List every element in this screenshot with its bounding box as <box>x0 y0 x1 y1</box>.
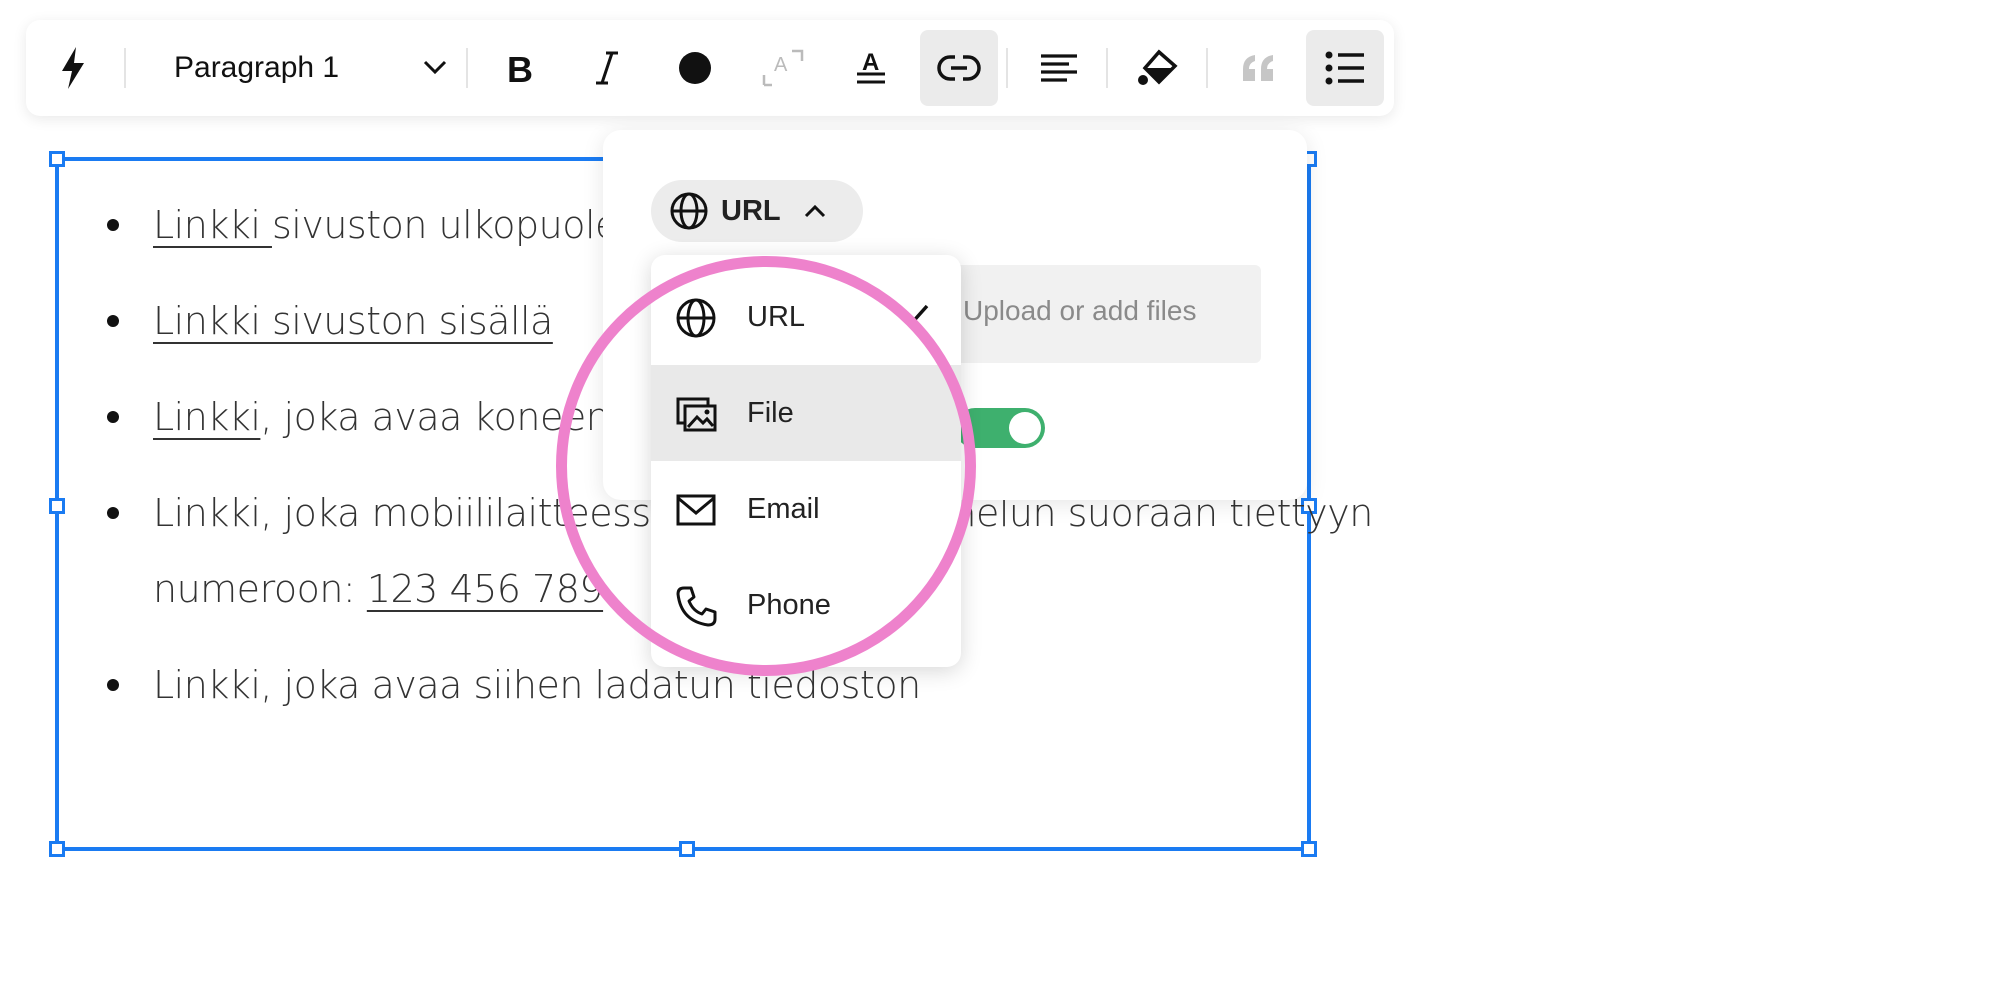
toolbar-divider <box>1206 48 1208 88</box>
menu-item-label: URL <box>747 301 806 333</box>
list-item: Linkki sivuston ulkopuolelle <box>107 203 661 247</box>
text-color-button[interactable] <box>656 30 734 106</box>
open-in-new-tab-toggle[interactable] <box>955 408 1045 448</box>
image-file-icon <box>676 397 717 432</box>
list-item: Linkki, joka avaa siihen ladatun tiedost… <box>107 663 921 707</box>
resize-handle-bottom-left[interactable] <box>49 841 65 857</box>
menu-item-label: Email <box>747 493 820 525</box>
fill-bucket-icon[interactable] <box>1120 30 1198 106</box>
globe-icon <box>676 298 716 338</box>
bulleted-list-button[interactable] <box>1306 30 1384 106</box>
quote-icon[interactable] <box>1220 30 1298 106</box>
paragraph-style-select[interactable]: Paragraph 1 <box>146 34 466 102</box>
link-type-button[interactable]: URL <box>651 180 863 242</box>
internal-link[interactable]: Linkki sivuston sisällä <box>153 299 553 343</box>
toolbar-divider <box>1106 48 1108 88</box>
menu-item-url[interactable]: URL <box>651 269 961 365</box>
file-upload-placeholder: Upload or add files <box>963 295 1197 326</box>
resize-handle-bottom[interactable] <box>679 841 695 857</box>
list-item-text: numeroon: <box>153 567 367 611</box>
toggle-knob <box>1009 412 1041 444</box>
strikethrough-button[interactable]: A <box>832 30 910 106</box>
chevron-up-icon <box>804 204 825 218</box>
menu-item-label: Phone <box>747 589 831 621</box>
bold-button[interactable]: B <box>480 30 558 106</box>
menu-item-phone[interactable]: Phone <box>651 557 961 653</box>
bullet <box>107 507 119 519</box>
resize-handle-top-left[interactable] <box>49 151 65 167</box>
resize-handle-bottom-right[interactable] <box>1301 841 1317 857</box>
list-item-continuation: numeroon: 123 456 789 <box>153 567 604 611</box>
toolbar-divider <box>466 48 468 88</box>
list-item-text: , joka avaa koneen <box>260 395 610 439</box>
align-left-button[interactable] <box>1020 30 1098 106</box>
chevron-down-icon <box>423 60 447 75</box>
bullet <box>107 315 119 327</box>
file-upload-field[interactable]: Upload or add files <box>913 265 1261 363</box>
bullet <box>107 679 119 691</box>
menu-item-file[interactable]: File <box>651 365 961 461</box>
resize-handle-left[interactable] <box>49 498 65 514</box>
lightning-icon[interactable] <box>34 30 112 106</box>
bullet <box>107 411 119 423</box>
paragraph-style-label: Paragraph 1 <box>174 51 340 84</box>
italic-button[interactable] <box>568 30 646 106</box>
formatting-toolbar: Paragraph 1 B A A <box>26 20 1394 116</box>
bullet <box>107 219 119 231</box>
envelope-icon <box>676 494 716 526</box>
svg-text:A: A <box>862 49 879 76</box>
svg-text:B: B <box>507 50 533 86</box>
toolbar-divider <box>1006 48 1008 88</box>
machine-link[interactable]: Linkki <box>153 395 261 439</box>
phone-link[interactable]: 123 456 789 <box>367 567 604 611</box>
checkmark-icon <box>899 304 929 328</box>
external-link[interactable]: Linkki <box>153 203 272 247</box>
link-type-menu: URL File Email Phone <box>651 255 961 667</box>
text-size-icon[interactable]: A <box>744 30 822 106</box>
svg-text:A: A <box>774 54 788 76</box>
menu-item-label: File <box>747 397 794 429</box>
link-button[interactable] <box>920 30 998 106</box>
link-type-label: URL <box>721 194 781 227</box>
list-item-text: Linkki, joka avaa siihen ladatun tiedost… <box>153 663 921 707</box>
menu-item-email[interactable]: Email <box>651 461 961 557</box>
globe-icon <box>670 192 708 230</box>
toolbar-divider <box>124 48 126 88</box>
phone-icon <box>676 586 717 627</box>
list-item: Linkki sivuston sisällä <box>107 299 553 343</box>
list-item: Linkki, joka avaa koneen <box>107 395 610 439</box>
